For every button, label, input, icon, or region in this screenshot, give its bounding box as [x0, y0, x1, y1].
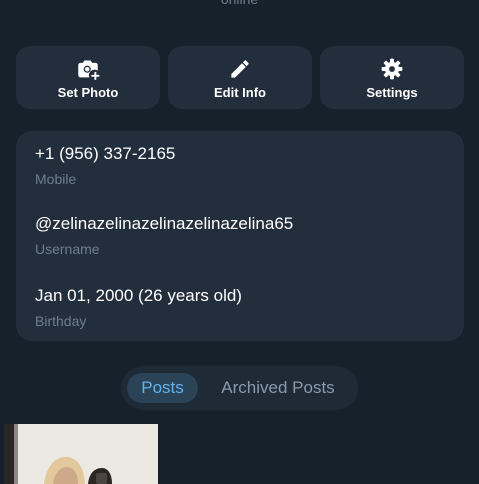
- tab-posts[interactable]: Posts: [127, 373, 198, 403]
- edit-info-label: Edit Info: [214, 84, 266, 100]
- birthday-value: Jan 01, 2000 (26 years old): [35, 286, 242, 305]
- settings-button[interactable]: Settings: [320, 46, 464, 109]
- username-label: Username: [35, 241, 100, 257]
- camera-add-icon: [78, 60, 100, 80]
- profile-action-bar: Set Photo Edit Info Settings: [16, 46, 464, 109]
- birthday-row[interactable]: Jan 01, 2000 (26 years old) Birthday: [35, 286, 452, 329]
- phone-label: Mobile: [35, 171, 77, 187]
- pencil-icon: [231, 59, 249, 78]
- gear-icon: [381, 58, 403, 79]
- edit-info-button[interactable]: Edit Info: [168, 46, 312, 109]
- username-value: @zelinazelinazelinazelinazelina65: [35, 214, 294, 233]
- birthday-label: Birthday: [35, 313, 87, 329]
- post-photo-image: [4, 424, 158, 484]
- settings-label: Settings: [366, 84, 418, 100]
- post-thumbnail[interactable]: [4, 424, 158, 484]
- set-photo-label: Set Photo: [57, 84, 119, 100]
- set-photo-button[interactable]: Set Photo: [16, 46, 160, 109]
- profile-info-card: +1 (956) 337-2165 Mobile @zelinazelinaze…: [16, 131, 464, 341]
- phone-number: +1 (956) 337-2165: [35, 144, 176, 163]
- profile-status-text: online: [0, 0, 479, 7]
- tab-archived-posts[interactable]: Archived Posts: [213, 373, 343, 403]
- phone-row[interactable]: +1 (956) 337-2165 Mobile: [35, 144, 452, 187]
- username-row[interactable]: @zelinazelinazelinazelinazelina65 Userna…: [35, 214, 452, 257]
- posts-tab-bar: Posts Archived Posts: [121, 366, 358, 410]
